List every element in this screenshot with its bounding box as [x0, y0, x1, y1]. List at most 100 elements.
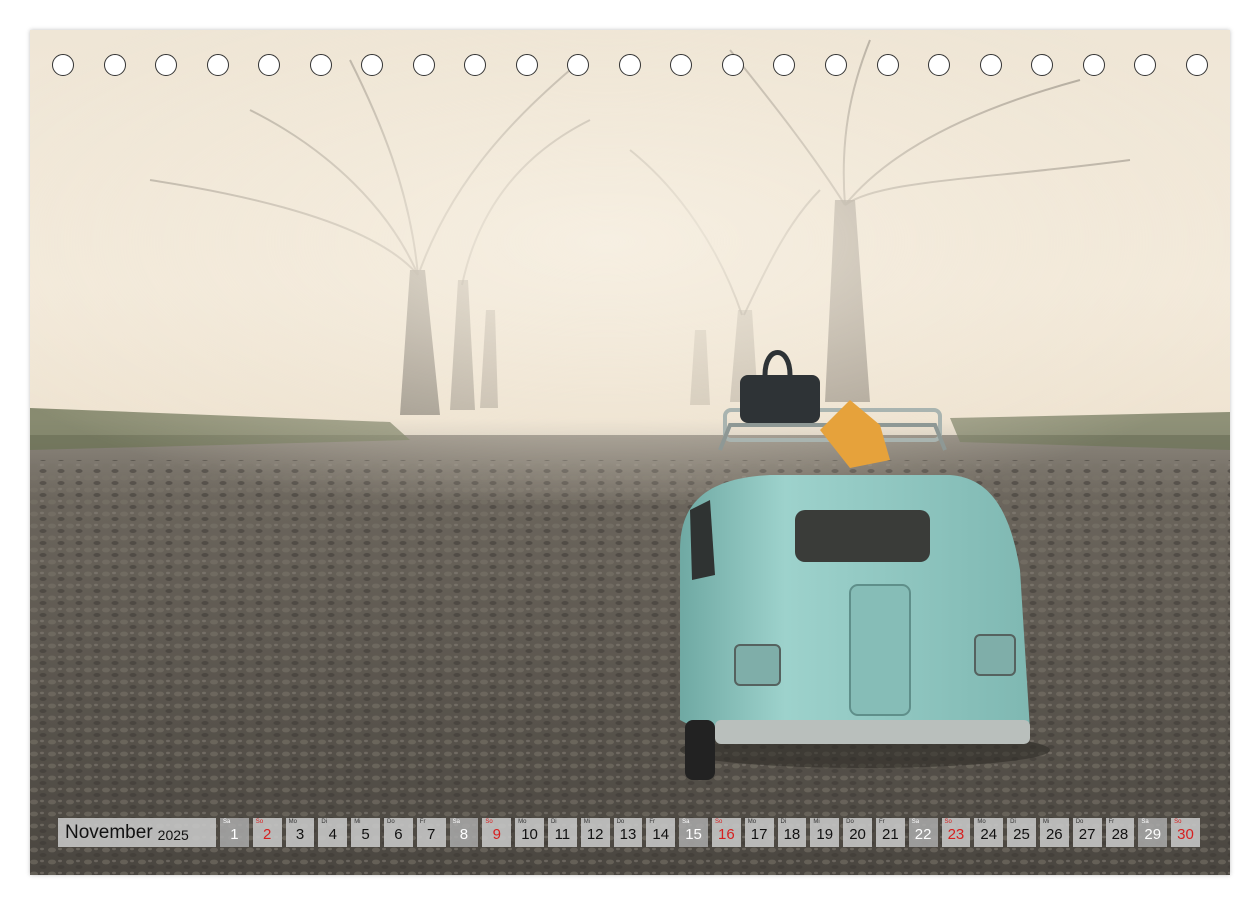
- month-label: November 2025: [58, 818, 216, 847]
- day-cell: Di 4: [318, 818, 348, 847]
- day-number: 1: [230, 826, 239, 843]
- day-cell: Mo 17: [744, 818, 774, 847]
- day-number: 7: [427, 826, 436, 843]
- day-of-week-label: Mo: [747, 819, 757, 825]
- day-of-week-label: Mi: [813, 819, 820, 825]
- binding-hole: [1134, 54, 1157, 76]
- day-number: 4: [328, 826, 337, 843]
- calendar-bar: November 2025 Sa 1 So 2 Mo 3 Di 4 Mi 5 Do 6 Fr 7 Sa 8 So…: [58, 818, 1200, 847]
- binding-hole: [412, 54, 435, 76]
- day-of-week-label: Sa: [223, 819, 231, 825]
- day-cell: Mo 10: [515, 818, 544, 847]
- photo-misty-road-toy-car: [30, 30, 1230, 875]
- day-of-week-label: Fr: [649, 819, 656, 825]
- day-cell: Di 25: [1007, 818, 1036, 847]
- binding-hole: [309, 54, 332, 76]
- day-of-week-label: So: [1174, 819, 1182, 825]
- day-of-week-label: Do: [386, 819, 395, 825]
- day-cell: Sa 22: [908, 818, 938, 847]
- day-cell: Di 18: [777, 818, 807, 847]
- day-of-week-label: Sa: [1141, 819, 1149, 825]
- day-cell: Sa 8: [449, 818, 479, 847]
- day-cell: Mi 26: [1039, 818, 1069, 847]
- calendar-page: November 2025 Sa 1 So 2 Mo 3 Di 4 Mi 5 Do 6 Fr 7 Sa 8 So…: [30, 30, 1230, 875]
- day-of-week-label: Sa: [452, 819, 460, 825]
- day-of-week-label: Fr: [878, 819, 885, 825]
- day-cell: So 23: [941, 818, 971, 847]
- day-of-week-label: Di: [321, 819, 328, 825]
- month-name: November: [65, 821, 153, 843]
- binding-hole: [515, 54, 538, 76]
- day-of-week-label: Do: [846, 819, 854, 825]
- day-number: 23: [947, 826, 965, 843]
- day-number: 10: [521, 826, 538, 843]
- day-number: 14: [652, 826, 670, 843]
- day-of-week-label: Di: [780, 819, 787, 825]
- day-number: 27: [1078, 826, 1096, 843]
- day-cell: Fr 7: [416, 818, 446, 847]
- day-of-week-label: Mi: [583, 819, 591, 825]
- day-of-week-label: Sa: [911, 819, 920, 825]
- binding-hole: [155, 54, 178, 76]
- day-cell: Mi 19: [810, 818, 840, 847]
- day-cell: Do 27: [1072, 818, 1102, 847]
- day-cell: Do 6: [383, 818, 413, 847]
- day-of-week-label: Mo: [977, 819, 986, 825]
- day-cell: Sa 15: [679, 818, 708, 847]
- day-of-week-label: So: [485, 819, 493, 825]
- binding-hole: [52, 54, 74, 76]
- day-number: 9: [492, 826, 501, 843]
- day-cell: Fr 28: [1105, 818, 1135, 847]
- day-cell: Mo 24: [974, 818, 1004, 847]
- day-cell: So 9: [482, 818, 512, 847]
- day-number: 26: [1045, 826, 1063, 843]
- day-of-week-label: Do: [1075, 819, 1084, 825]
- binding-hole: [567, 54, 590, 76]
- day-cell: Do 20: [843, 818, 872, 847]
- day-cell: Mi 5: [351, 818, 380, 847]
- day-of-week-label: Mo: [288, 819, 297, 825]
- day-cell: Mi 12: [580, 818, 610, 847]
- day-of-week-label: So: [714, 819, 723, 825]
- day-of-week-label: Mo: [518, 819, 527, 825]
- binding-hole: [618, 54, 641, 76]
- day-number: 11: [554, 826, 571, 843]
- binding-hole: [464, 54, 487, 76]
- binding-hole: [824, 54, 847, 76]
- day-cell: So 30: [1171, 818, 1200, 847]
- day-cell: Di 11: [547, 818, 577, 847]
- day-cell: So 16: [711, 818, 741, 847]
- day-of-week-label: Do: [616, 819, 625, 825]
- day-cell: Mo 3: [285, 818, 315, 847]
- day-number: 3: [295, 826, 305, 843]
- day-number: 22: [914, 826, 932, 843]
- binding-hole: [1082, 54, 1105, 76]
- day-cell: Fr 21: [875, 818, 905, 847]
- day-of-week-label: Di: [1010, 819, 1016, 825]
- day-number: 21: [881, 826, 899, 843]
- day-number: 5: [361, 826, 370, 843]
- binding-holes: [30, 54, 1230, 80]
- day-number: 25: [1013, 826, 1030, 843]
- day-number: 15: [685, 826, 702, 843]
- day-number: 17: [750, 826, 768, 843]
- day-number: 20: [849, 826, 866, 843]
- day-number: 6: [394, 826, 403, 843]
- binding-hole: [979, 54, 1002, 76]
- day-of-week-label: Mi: [1042, 819, 1050, 825]
- day-number: 18: [783, 826, 801, 843]
- binding-hole: [876, 54, 899, 76]
- binding-hole: [1185, 54, 1208, 76]
- binding-hole: [670, 54, 693, 76]
- day-number: 16: [718, 826, 735, 843]
- day-of-week-label: Mi: [354, 819, 361, 825]
- day-of-week-label: Fr: [419, 819, 426, 825]
- day-of-week-label: Di: [550, 819, 557, 825]
- day-number: 19: [816, 826, 834, 843]
- binding-hole: [773, 54, 796, 76]
- day-cell: Do 13: [613, 818, 643, 847]
- day-number: 8: [459, 826, 469, 843]
- day-strip: Sa 1 So 2 Mo 3 Di 4 Mi 5 Do 6 Fr 7 Sa 8 So 9 Mo 10 Di 11 Mi 12 D…: [220, 818, 1200, 847]
- day-number: 30: [1177, 826, 1194, 843]
- day-number: 28: [1111, 826, 1129, 843]
